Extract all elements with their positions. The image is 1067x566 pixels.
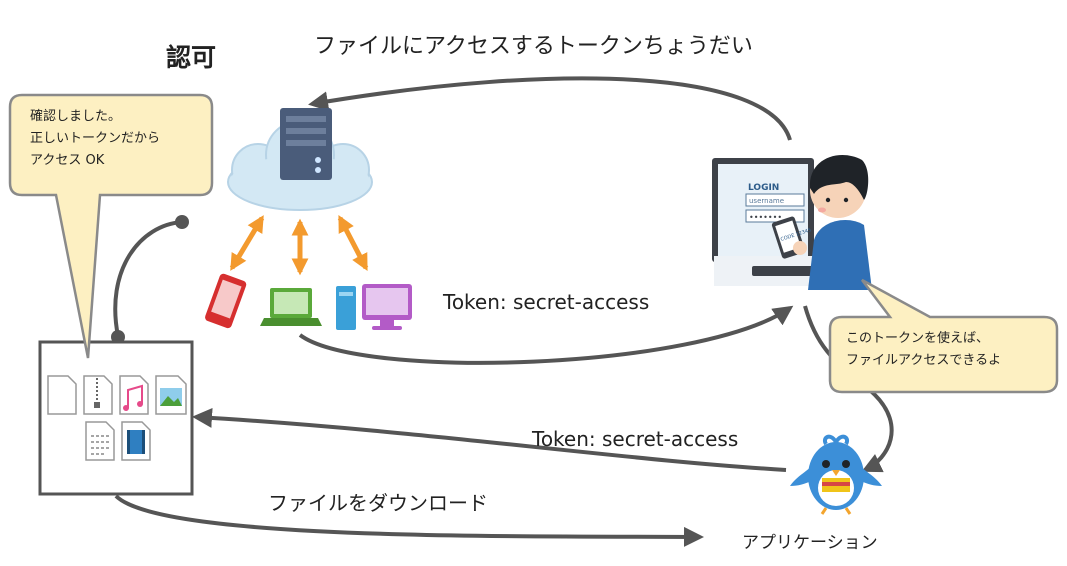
sync-arrow xyxy=(229,215,265,271)
storage-bubble-line: 正しいトークンだから xyxy=(30,131,161,146)
connector-line xyxy=(113,220,183,337)
bird-app-icon xyxy=(790,434,882,515)
page-title: 認可 xyxy=(166,43,217,72)
video-file-icon xyxy=(121,421,151,461)
diagram-canvas: LOGIN username ••••••• CODE 12345 xyxy=(8,76,1059,547)
user-illustration: LOGIN username ••••••• CODE 12345 xyxy=(712,155,872,290)
password-field-text: ••••••• xyxy=(749,213,782,222)
token-issue-label: Token: secret-access xyxy=(443,290,650,314)
user-bubble-line: このトークンを使えば、 xyxy=(846,331,990,346)
document-icon xyxy=(47,375,77,415)
connector-dot xyxy=(175,215,189,229)
storage-bubble-text: 確認しました。 正しいトークンだから アクセス OK xyxy=(30,106,200,172)
username-field-text: username xyxy=(749,197,784,205)
server-icon xyxy=(280,108,332,180)
download-label: ファイルをダウンロード xyxy=(268,491,488,515)
sync-arrow xyxy=(337,214,369,272)
music-file-icon xyxy=(119,375,149,415)
request-arrow xyxy=(308,76,792,141)
storage-bubble-line: アクセス OK xyxy=(30,153,105,168)
image-file-icon xyxy=(155,375,187,415)
login-text: LOGIN xyxy=(748,183,779,193)
desktop-pc-icon xyxy=(336,284,412,330)
zip-file-icon xyxy=(83,375,113,415)
token-present-label: Token: secret-access xyxy=(532,427,739,451)
application-label: アプリケーション xyxy=(742,533,878,553)
file-storage-box xyxy=(38,340,194,496)
user-bubble-text: このトークンを使えば、 ファイルアクセスできるよ xyxy=(846,328,1051,372)
laptop-icon xyxy=(260,288,322,326)
token-request-label: ファイルにアクセスするトークンちょうだい xyxy=(314,34,753,59)
user-bubble-line: ファイルアクセスできるよ xyxy=(846,353,1002,368)
text-file-icon xyxy=(85,421,115,461)
smartphone-icon xyxy=(205,273,247,329)
storage-bubble-line: 確認しました。 xyxy=(30,109,122,124)
